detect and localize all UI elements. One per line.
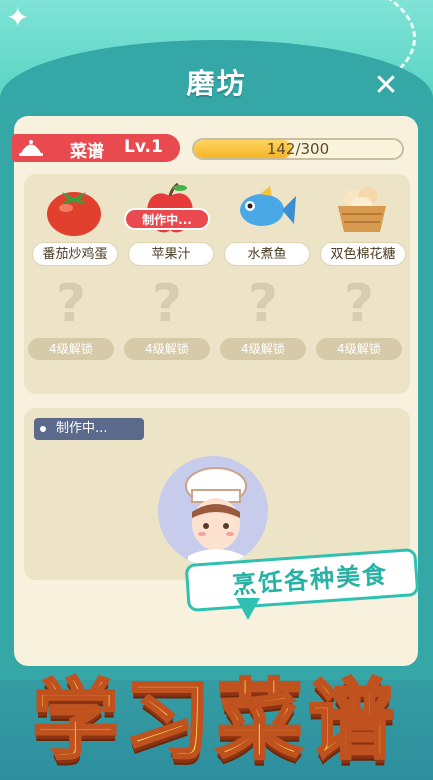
unlock-level-label: 4级解锁	[124, 338, 210, 360]
chef-avatar	[158, 456, 268, 566]
promo-title: 学习菜谱	[31, 670, 401, 773]
cloche-icon	[19, 140, 43, 156]
question-mark-icon: ?	[151, 274, 183, 334]
locked-recipe: ? 4级解锁	[120, 274, 210, 364]
chef-girl-icon	[185, 467, 247, 566]
panel-title: 磨坊	[186, 67, 247, 100]
recipe-label: 菜谱	[70, 142, 104, 162]
banner-tail	[236, 598, 260, 620]
recipe-name: 番茄炒鸡蛋	[32, 242, 118, 266]
locked-recipe: ? 4级解锁	[24, 274, 114, 364]
recipe-level: Lv.1	[124, 137, 163, 157]
recipe-name: 双色棉花糖	[320, 242, 406, 266]
recipe-item-boiled-fish[interactable]: 水煮鱼	[220, 180, 310, 270]
recipe-item-tomato-egg[interactable]: 番茄炒鸡蛋	[28, 180, 118, 270]
cooking-status-tag: 制作中...	[34, 418, 144, 440]
question-mark-icon: ?	[343, 274, 375, 334]
basket-icon	[338, 188, 386, 232]
recipe-name: 水煮鱼	[224, 242, 310, 266]
cooking-badge: 制作中...	[124, 208, 210, 230]
locked-recipe: ? 4级解锁	[312, 274, 402, 364]
unlock-level-label: 4级解锁	[220, 338, 306, 360]
status-dot-icon	[40, 426, 46, 432]
tomato-icon	[47, 192, 101, 236]
recipe-item-marshmallow[interactable]: 双色棉花糖	[316, 180, 406, 270]
question-mark-icon: ?	[55, 274, 87, 334]
unlock-level-label: 4级解锁	[28, 338, 114, 360]
recipe-item-apple-juice[interactable]: 制作中... 苹果汁	[124, 180, 214, 270]
locked-recipe: ? 4级解锁	[216, 274, 306, 364]
recipe-name: 苹果汁	[128, 242, 214, 266]
close-icon[interactable]: ✕	[372, 71, 400, 101]
question-mark-icon: ?	[247, 274, 279, 334]
fish-icon	[240, 186, 296, 226]
sparkle-icon: ✦	[6, 1, 30, 34]
progress-text: 142/300	[266, 140, 330, 158]
unlock-level-label: 4级解锁	[316, 338, 402, 360]
